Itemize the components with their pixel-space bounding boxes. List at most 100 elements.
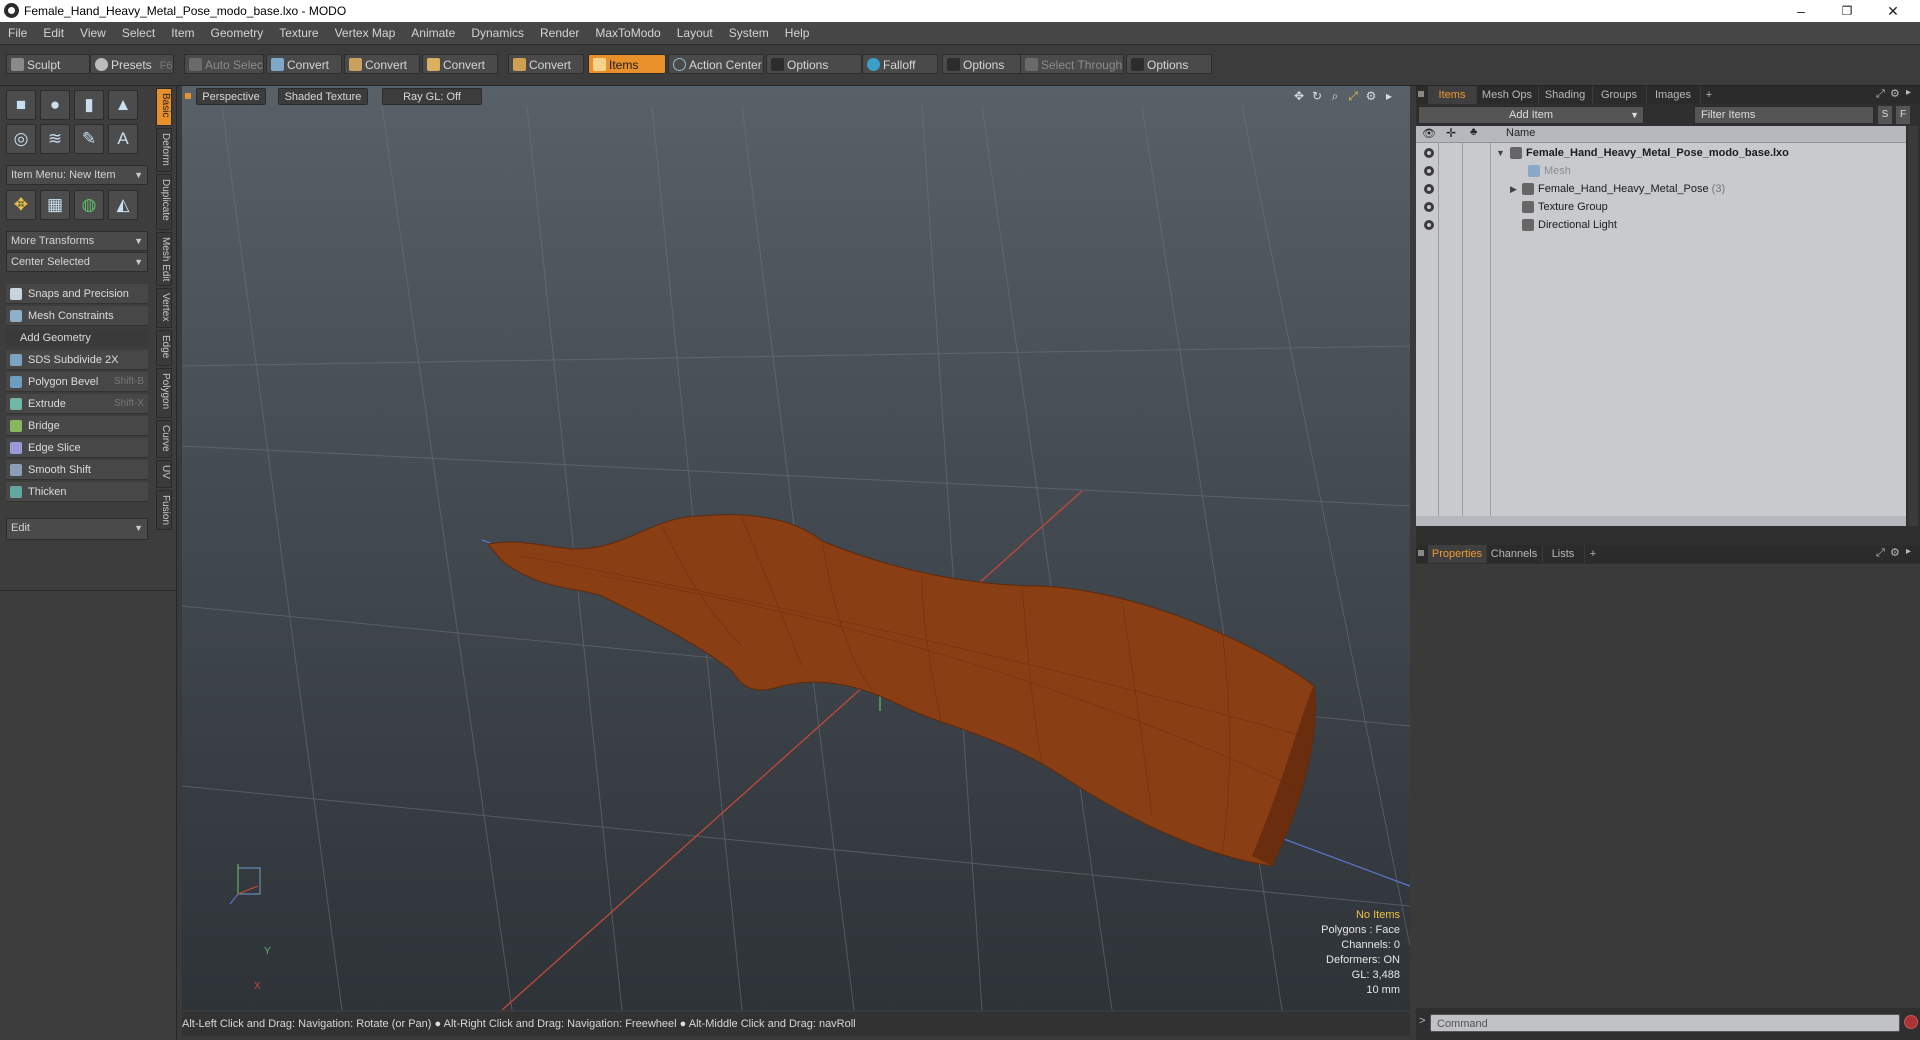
items-mode-button[interactable]: Items (588, 54, 666, 74)
add-geometry-section[interactable]: Add Geometry (6, 329, 148, 347)
gear-icon[interactable]: ⚙ (1890, 87, 1900, 100)
menu-system[interactable]: System (721, 22, 777, 44)
vertical-scrollbar[interactable] (1908, 126, 1918, 526)
torus-icon[interactable]: ◎ (6, 124, 36, 154)
menu-view[interactable]: View (72, 22, 114, 44)
tool-bridge[interactable]: Bridge (6, 416, 148, 436)
restore-button[interactable]: ❐ (1824, 0, 1870, 22)
tool-extrude[interactable]: Extrude Shift-X (6, 394, 148, 414)
add-item-dropdown[interactable]: Add Item ▼ (1418, 106, 1644, 124)
rotate-icon[interactable]: ↻ (1310, 89, 1324, 103)
text-icon[interactable]: A (108, 124, 138, 154)
tree-row-scene[interactable]: ▼ Female_Hand_Heavy_Metal_Pose_modo_base… (1416, 144, 1906, 162)
panel-menu-icon[interactable] (1418, 91, 1424, 97)
snaps-and-precision-button[interactable]: Snaps and Precision (6, 284, 148, 304)
options-button-3[interactable]: Options (1126, 54, 1212, 74)
tool-smooth-shift[interactable]: Smooth Shift (6, 460, 148, 480)
grid-icon[interactable]: ▦ (40, 190, 70, 220)
menu-select[interactable]: Select (114, 22, 163, 44)
options-button-2[interactable]: Options (942, 54, 1024, 74)
sphere-icon[interactable]: ● (40, 90, 70, 120)
view-type-button[interactable]: Perspective (196, 88, 266, 105)
filter-f-button[interactable]: F (1896, 106, 1910, 124)
eye-icon[interactable] (1424, 220, 1434, 230)
menu-item[interactable]: Item (163, 22, 202, 44)
tab-items[interactable]: Items (1428, 86, 1477, 104)
plane-icon[interactable]: ◭ (108, 190, 138, 220)
tab-shading[interactable]: Shading (1538, 86, 1593, 104)
eye-icon[interactable] (1424, 148, 1434, 158)
cone-icon[interactable]: ▲ (108, 90, 138, 120)
item-menu-dropdown[interactable]: Item Menu: New Item ▼ (6, 165, 148, 185)
menu-geometry[interactable]: Geometry (203, 22, 272, 44)
menu-edit[interactable]: Edit (35, 22, 72, 44)
vtab-edge[interactable]: Edge (156, 330, 172, 366)
shading-mode-button[interactable]: Shaded Texture (278, 88, 368, 105)
item-list[interactable]: 👁 ✛ ♣ Name ▼ Female_Hand_Heavy_Metal_Pos… (1416, 126, 1906, 526)
convert-polygons-button[interactable]: Convert (422, 54, 498, 74)
add-tab-button[interactable]: + (1700, 86, 1718, 104)
command-input[interactable]: Command (1430, 1014, 1900, 1032)
vtab-vertex[interactable]: Vertex (156, 288, 172, 328)
vtab-deform[interactable]: Deform (156, 128, 172, 172)
tree-row-hand-group[interactable]: ▶ Female_Hand_Heavy_Metal_Pose (3) (1416, 180, 1906, 198)
vtab-polygon[interactable]: Polygon (156, 368, 172, 418)
tool-sds-subdivide[interactable]: SDS Subdivide 2X (6, 350, 148, 370)
more-transforms-dropdown[interactable]: More Transforms ▼ (6, 231, 148, 251)
pen-icon[interactable]: ✎ (74, 124, 104, 154)
tool-thicken[interactable]: Thicken (6, 482, 148, 502)
capsule-icon[interactable]: ≋ (40, 124, 70, 154)
gear-icon[interactable]: ⚙ (1890, 546, 1900, 559)
raygl-button[interactable]: Ray GL: Off (382, 88, 482, 105)
falloff-button[interactable]: Falloff (862, 54, 938, 74)
tool-edge-slice[interactable]: Edge Slice (6, 438, 148, 458)
menu-vertex-map[interactable]: Vertex Map (327, 22, 404, 44)
mesh-constraints-button[interactable]: Mesh Constraints (6, 306, 148, 326)
hand-mesh[interactable] (487, 514, 1316, 867)
menu-texture[interactable]: Texture (271, 22, 326, 44)
presets-button[interactable]: Presets F6 (90, 54, 174, 74)
options-button-1[interactable]: Options (766, 54, 862, 74)
menu-render[interactable]: Render (532, 22, 587, 44)
gear-icon[interactable]: ⚙ (1364, 89, 1378, 103)
eye-icon[interactable] (1424, 184, 1434, 194)
maximize-icon[interactable]: ⤢ (1876, 547, 1885, 560)
vtab-basic[interactable]: Basic (156, 88, 172, 126)
maximize-icon[interactable]: ⤢ (1876, 88, 1885, 101)
action-center-button[interactable]: Action Center (668, 54, 764, 74)
command-history-icon[interactable] (1904, 1015, 1918, 1029)
menu-dynamics[interactable]: Dynamics (463, 22, 532, 44)
edit-dropdown[interactable]: Edit ▼ (6, 518, 148, 540)
zoom-icon[interactable]: ⌕ (1328, 89, 1342, 103)
expand-arrow-icon[interactable]: ▸ (1382, 89, 1396, 103)
eye-icon[interactable] (1424, 166, 1434, 176)
vtab-uv[interactable]: UV (156, 460, 172, 488)
vtab-mesh-edit[interactable]: Mesh Edit (156, 232, 172, 286)
tree-row-mesh[interactable]: Mesh (1416, 162, 1906, 180)
collapse-triangle-icon[interactable]: ▼ (1496, 144, 1505, 162)
menu-animate[interactable]: Animate (403, 22, 463, 44)
tab-channels[interactable]: Channels (1486, 545, 1543, 563)
menu-help[interactable]: Help (777, 22, 818, 44)
tab-mesh-ops[interactable]: Mesh Ops (1476, 86, 1539, 104)
pan-icon[interactable]: ✥ (1292, 89, 1306, 103)
viewport-menu-icon[interactable] (185, 93, 191, 99)
tab-properties[interactable]: Properties (1428, 545, 1487, 563)
vtab-duplicate[interactable]: Duplicate (156, 174, 172, 230)
tree-row-directional-light[interactable]: Directional Light (1416, 216, 1906, 234)
menu-layout[interactable]: Layout (669, 22, 721, 44)
filter-items-input[interactable]: Filter Items (1694, 106, 1874, 124)
convert-edges-button[interactable]: Convert (344, 54, 420, 74)
close-button[interactable]: ✕ (1870, 0, 1916, 22)
menu-maxtomodo[interactable]: MaxToModo (587, 22, 668, 44)
tool-polygon-bevel[interactable]: Polygon Bevel Shift-B (6, 372, 148, 392)
globe-icon[interactable]: ◍ (74, 190, 104, 220)
menu-file[interactable]: File (0, 22, 35, 44)
transform-icon[interactable]: ✥ (6, 190, 36, 220)
panel-menu-icon[interactable] (1418, 550, 1424, 556)
cube-icon[interactable]: ■ (6, 90, 36, 120)
eye-icon[interactable] (1424, 202, 1434, 212)
expand-arrow-icon[interactable]: ▸ (1906, 546, 1911, 557)
cylinder-icon[interactable]: ▮ (74, 90, 104, 120)
filter-s-button[interactable]: S (1878, 106, 1892, 124)
